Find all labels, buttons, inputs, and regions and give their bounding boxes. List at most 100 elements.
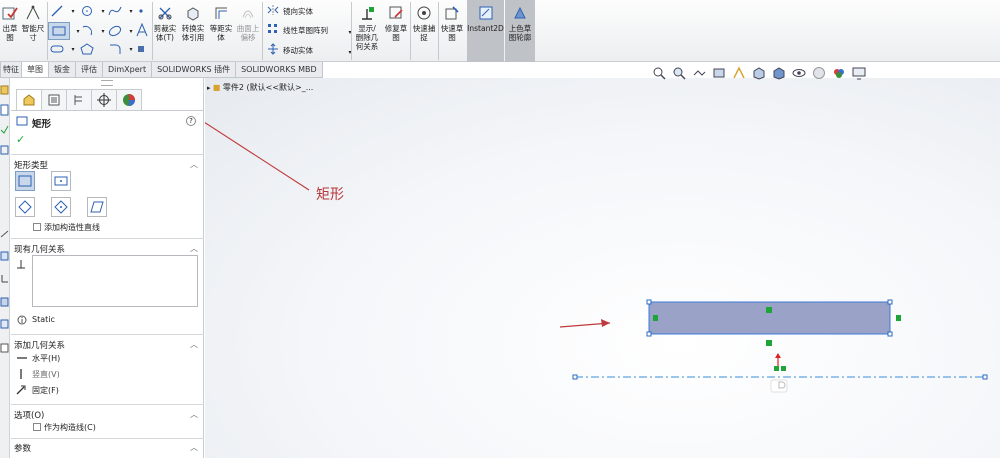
rectangle-tool-button[interactable] <box>48 22 70 40</box>
fix-icon <box>16 385 26 395</box>
slot-dropdown-icon[interactable]: ▾ <box>66 42 80 56</box>
centerline-endpoint[interactable] <box>572 374 578 380</box>
exit-sketch-button[interactable]: 出草 图 <box>0 0 20 62</box>
ribbon-separator <box>262 2 263 60</box>
tab-sketch[interactable]: 草图 <box>21 62 49 78</box>
as-construction-checkbox[interactable] <box>33 423 41 431</box>
vertical-relation-marker[interactable] <box>896 315 901 321</box>
drawing-icon[interactable] <box>0 342 9 354</box>
rectangle-corner-point[interactable] <box>887 331 893 337</box>
repair-sketch-button[interactable]: 修复草 图 <box>382 0 410 62</box>
horizontal-relation-marker[interactable] <box>766 307 772 313</box>
vertical-relation-marker[interactable] <box>653 315 658 321</box>
line-icon[interactable] <box>50 4 64 18</box>
feature-manager-icon <box>23 94 35 106</box>
offset-on-surface-button[interactable]: 曲面上 偏移 <box>234 0 262 62</box>
document-icon[interactable] <box>0 104 9 116</box>
tab-feature-manager[interactable] <box>16 89 42 110</box>
tab-solidworks-mbd[interactable]: SOLIDWORKS MBD <box>235 62 323 78</box>
text-icon[interactable] <box>134 22 150 38</box>
plane-front-icon[interactable] <box>0 228 9 240</box>
corner-rectangle-button[interactable] <box>15 171 35 191</box>
trim-entities-button[interactable]: 剪裁实 体(T) <box>152 0 178 62</box>
convert-entities-icon <box>184 4 202 22</box>
linear-pattern-label[interactable]: 线性草图阵列 <box>283 25 328 36</box>
fix-relation[interactable]: 固定(F) <box>32 385 59 396</box>
spline-icon[interactable] <box>108 4 122 18</box>
checkmark-icon[interactable] <box>0 124 9 136</box>
origin-icon[interactable] <box>0 272 9 284</box>
origin-arrow-icon <box>775 353 781 358</box>
sketch-canvas[interactable] <box>205 78 1000 458</box>
origin-relation-marker[interactable] <box>781 366 786 371</box>
center-rectangle-icon <box>54 176 68 186</box>
body-icon[interactable] <box>0 296 9 308</box>
collapse-icon[interactable]: ︿ <box>190 339 198 350</box>
horizontal-relation-marker[interactable] <box>766 340 772 346</box>
parallelogram-button[interactable] <box>87 197 107 217</box>
origin-relation-marker[interactable] <box>774 366 779 371</box>
shaded-sketch-contours-button[interactable]: 上色草 图轮廓 <box>505 0 535 62</box>
sketch-icon[interactable] <box>0 144 9 156</box>
tab-display-manager[interactable] <box>116 89 142 110</box>
collapse-icon[interactable]: ︿ <box>190 442 198 453</box>
offset-icon <box>212 4 230 22</box>
offset-entities-button[interactable]: 等距实 体 <box>208 0 234 62</box>
fillet-icon[interactable] <box>108 42 122 56</box>
tab-sheet-metal[interactable]: 钣金 <box>48 62 76 78</box>
centerline-endpoint[interactable] <box>982 374 988 380</box>
vertical-icon <box>20 369 22 379</box>
part-icon[interactable] <box>0 84 9 96</box>
instant2d-button[interactable]: Instant2D <box>467 0 504 62</box>
tab-property-manager[interactable] <box>41 89 67 110</box>
tab-configuration-manager[interactable] <box>66 89 92 110</box>
center-rectangle-button[interactable] <box>51 171 71 191</box>
smart-dimension-button[interactable]: 智能尺 寸 <box>20 0 46 62</box>
quick-snaps-label: 快速捕 捉 <box>412 24 436 42</box>
display-delete-relations-button[interactable]: 显示/ 删除几 何关系 <box>352 0 382 62</box>
collapse-icon[interactable]: ︿ <box>190 243 198 254</box>
vertical-relation[interactable]: 竖直(V) <box>32 369 60 380</box>
splitter-handle[interactable] <box>101 80 113 86</box>
tab-features[interactable]: 特征 <box>0 62 22 78</box>
tab-dimxpert-manager[interactable] <box>91 89 117 110</box>
sketch-rectangle[interactable] <box>648 301 891 335</box>
plane-icon[interactable] <box>134 42 148 56</box>
rectangle-corner-point[interactable] <box>887 299 893 305</box>
collapse-icon[interactable]: ︿ <box>190 159 198 170</box>
three-point-center-button[interactable] <box>51 197 71 217</box>
pointer-arrowhead <box>601 319 610 327</box>
ok-button[interactable]: ✓ <box>16 133 25 146</box>
mirror-icon[interactable] <box>266 3 280 17</box>
move-entities-icon[interactable] <box>266 42 280 56</box>
move-entities-label[interactable]: 移动实体 <box>283 45 313 56</box>
ellipse-icon[interactable] <box>108 24 122 38</box>
tab-evaluate[interactable]: 评估 <box>75 62 103 78</box>
assembly-icon[interactable] <box>0 318 9 330</box>
graphics-area[interactable]: ▸ ■ 零件2 (默认<<默认>_... 矩形 <box>205 66 1000 458</box>
line-dropdown-icon[interactable]: ▾ <box>66 4 80 18</box>
feature-icon[interactable] <box>0 250 9 262</box>
existing-relations-list[interactable] <box>32 255 198 307</box>
rectangle-corner-point[interactable] <box>646 331 652 337</box>
three-point-corner-button[interactable] <box>15 197 35 217</box>
linear-pattern-icon[interactable] <box>266 22 280 36</box>
help-icon[interactable]: ? <box>186 116 196 126</box>
mirror-entities-label[interactable]: 镜向实体 <box>283 6 313 17</box>
slot-icon[interactable] <box>50 42 64 56</box>
polygon-icon[interactable] <box>80 42 94 56</box>
add-construction-lines-checkbox[interactable] <box>33 223 41 231</box>
arc-icon[interactable] <box>80 24 94 38</box>
as-construction-label: 作为构造线(C) <box>44 423 96 432</box>
circle-icon[interactable] <box>80 4 94 18</box>
convert-entities-button[interactable]: 转换实 体引用 <box>178 0 208 62</box>
surface-offset-label: 曲面上 偏移 <box>236 24 260 42</box>
rapid-sketch-button[interactable]: 快速草 图 <box>438 0 466 62</box>
tab-dimxpert[interactable]: DimXpert <box>102 62 153 78</box>
rectangle-corner-point[interactable] <box>646 299 652 305</box>
tab-solidworks-addins[interactable]: SOLIDWORKS 插件 <box>151 62 237 78</box>
point-icon[interactable] <box>134 4 148 18</box>
horizontal-relation[interactable]: 水平(H) <box>32 353 60 364</box>
quick-snaps-button[interactable]: 快速捕 捉 <box>410 0 438 62</box>
collapse-icon[interactable]: ︿ <box>190 409 198 420</box>
